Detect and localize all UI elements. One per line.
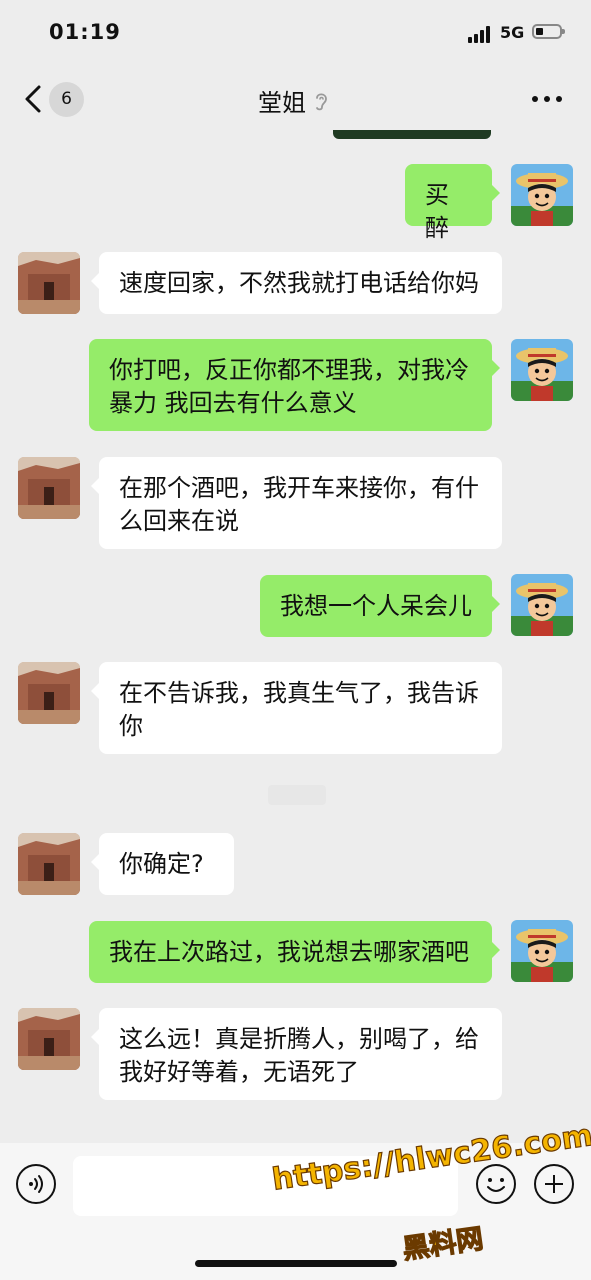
unread-badge[interactable]: 6 <box>49 82 84 117</box>
network-type: 5G <box>500 23 525 42</box>
home-indicator <box>195 1260 397 1267</box>
message-bubble-contact[interactable]: 你确定? <box>91 833 234 895</box>
blurred-timestamp <box>268 785 326 805</box>
message-bubble-self[interactable]: 我想一个人呆会儿 <box>260 575 500 637</box>
message-bubble-contact[interactable]: 在不告诉我，我真生气了，我告诉你 <box>91 662 502 754</box>
message-bubble-contact[interactable]: 在那个酒吧，我开车来接你，有什么回来在说 <box>91 457 502 549</box>
ear-icon <box>316 92 327 110</box>
contact-avatar[interactable] <box>18 833 80 895</box>
message-bubble-self[interactable]: 买醉 <box>405 164 500 242</box>
chat-header: 6 堂姐 <box>0 66 591 132</box>
more-icon[interactable] <box>532 96 562 104</box>
self-avatar[interactable] <box>511 574 573 636</box>
self-avatar[interactable] <box>511 920 573 982</box>
chat-title: 堂姐 <box>258 83 330 118</box>
message-bubble-self[interactable]: 你打吧，反正你都不理我，对我冷暴力 我回去有什么意义 <box>89 339 500 431</box>
plus-icon[interactable] <box>534 1164 574 1204</box>
status-time: 01:19 <box>49 20 121 44</box>
back-chevron-icon[interactable] <box>22 84 44 114</box>
message-bubble-self[interactable]: 我在上次路过，我说想去哪家酒吧 <box>89 921 500 983</box>
self-avatar[interactable] <box>511 339 573 401</box>
signal-icon <box>468 25 494 43</box>
voice-icon[interactable] <box>16 1164 56 1204</box>
contact-name: 堂姐 <box>258 89 306 117</box>
emoji-icon[interactable] <box>476 1164 516 1204</box>
message-bubble-contact[interactable]: 这么远！真是折腾人，别喝了，给我好好等着，无语死了 <box>91 1008 502 1100</box>
battery-icon <box>532 24 565 39</box>
contact-avatar[interactable] <box>18 1008 80 1070</box>
image-message-edge[interactable] <box>333 130 491 139</box>
status-bar: 01:19 5G <box>0 0 591 66</box>
message-bubble-contact[interactable]: 速度回家，不然我就打电话给你妈 <box>91 252 502 314</box>
self-avatar[interactable] <box>511 164 573 226</box>
contact-avatar[interactable] <box>18 252 80 314</box>
contact-avatar[interactable] <box>18 457 80 519</box>
contact-avatar[interactable] <box>18 662 80 724</box>
